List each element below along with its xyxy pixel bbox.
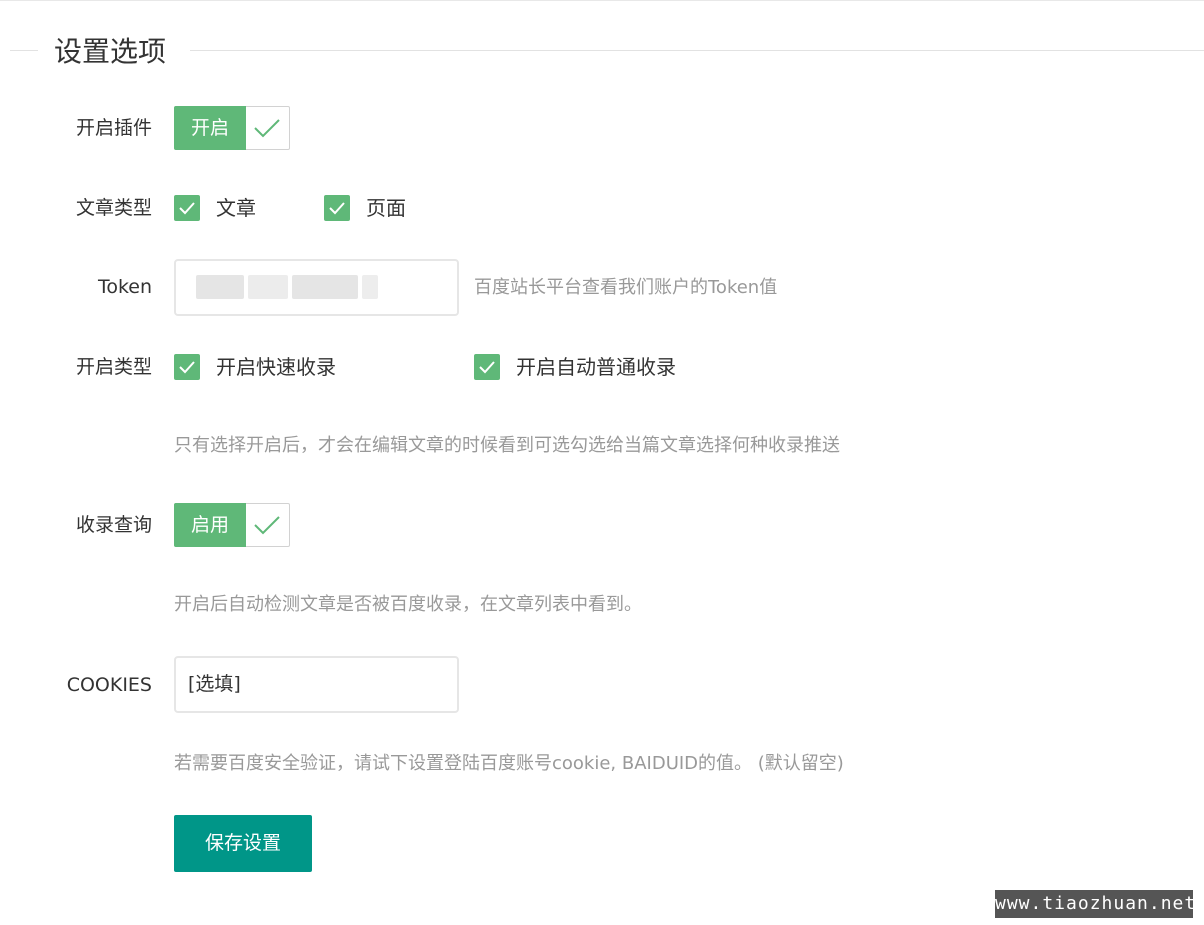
plugin-label: 开启插件 — [75, 117, 152, 139]
submit-type-option-label: 开启快速收录 — [216, 355, 336, 379]
redacted-token-blur — [292, 275, 358, 299]
post-type-option-label: 文章 — [216, 196, 256, 220]
checkbox-checked-icon — [174, 195, 200, 221]
cookies-hint: 若需要百度安全验证，请试下设置登陆百度账号cookie, BAIDUID的值。 … — [174, 753, 844, 774]
cookies-input[interactable]: [选填] — [174, 656, 459, 713]
plugin-enable-switch[interactable]: 开启 — [174, 106, 290, 150]
token-hint: 百度站长平台查看我们账户的Token值 — [474, 277, 778, 298]
post-type-checkbox-post[interactable]: 文章 — [174, 195, 256, 221]
cookies-label: COOKIES — [66, 674, 152, 696]
index-query-label: 收录查询 — [75, 514, 152, 536]
token-label: Token — [97, 276, 152, 298]
index-query-switch-text: 启用 — [174, 503, 246, 547]
post-type-option-label: 页面 — [366, 196, 406, 220]
checkbox-checked-icon — [174, 354, 200, 380]
save-settings-button[interactable]: 保存设置 — [174, 815, 312, 872]
plugin-switch-text: 开启 — [174, 106, 246, 150]
submit-type-hint: 只有选择开启后，才会在编辑文章的时候看到可选勾选给当篇文章选择何种收录推送 — [174, 435, 840, 456]
check-icon — [254, 119, 280, 138]
fieldset-legend: 设置选项 — [54, 35, 167, 68]
watermark: www.tiaozhuan.net — [995, 890, 1195, 918]
index-query-switch[interactable]: 启用 — [174, 503, 290, 547]
post-type-label: 文章类型 — [75, 197, 152, 219]
redacted-token-blur — [196, 275, 244, 299]
fieldset-line-right — [190, 50, 1204, 51]
redacted-token-blur — [362, 275, 378, 299]
index-query-hint: 开启后自动检测文章是否被百度收录，在文章列表中看到。 — [174, 594, 642, 615]
checkbox-checked-icon — [324, 195, 350, 221]
redacted-token-blur — [248, 275, 288, 299]
fast-index-checkbox[interactable]: 开启快速收录 — [174, 354, 336, 380]
post-type-checkbox-page[interactable]: 页面 — [324, 195, 406, 221]
check-icon — [254, 516, 280, 535]
auto-normal-index-checkbox[interactable]: 开启自动普通收录 — [474, 354, 676, 380]
checkbox-checked-icon — [474, 354, 500, 380]
submit-type-option-label: 开启自动普通收录 — [516, 355, 676, 379]
submit-type-label: 开启类型 — [75, 356, 152, 378]
top-divider — [0, 0, 1204, 1]
fieldset-line-left — [10, 50, 38, 51]
token-input[interactable] — [174, 259, 459, 316]
